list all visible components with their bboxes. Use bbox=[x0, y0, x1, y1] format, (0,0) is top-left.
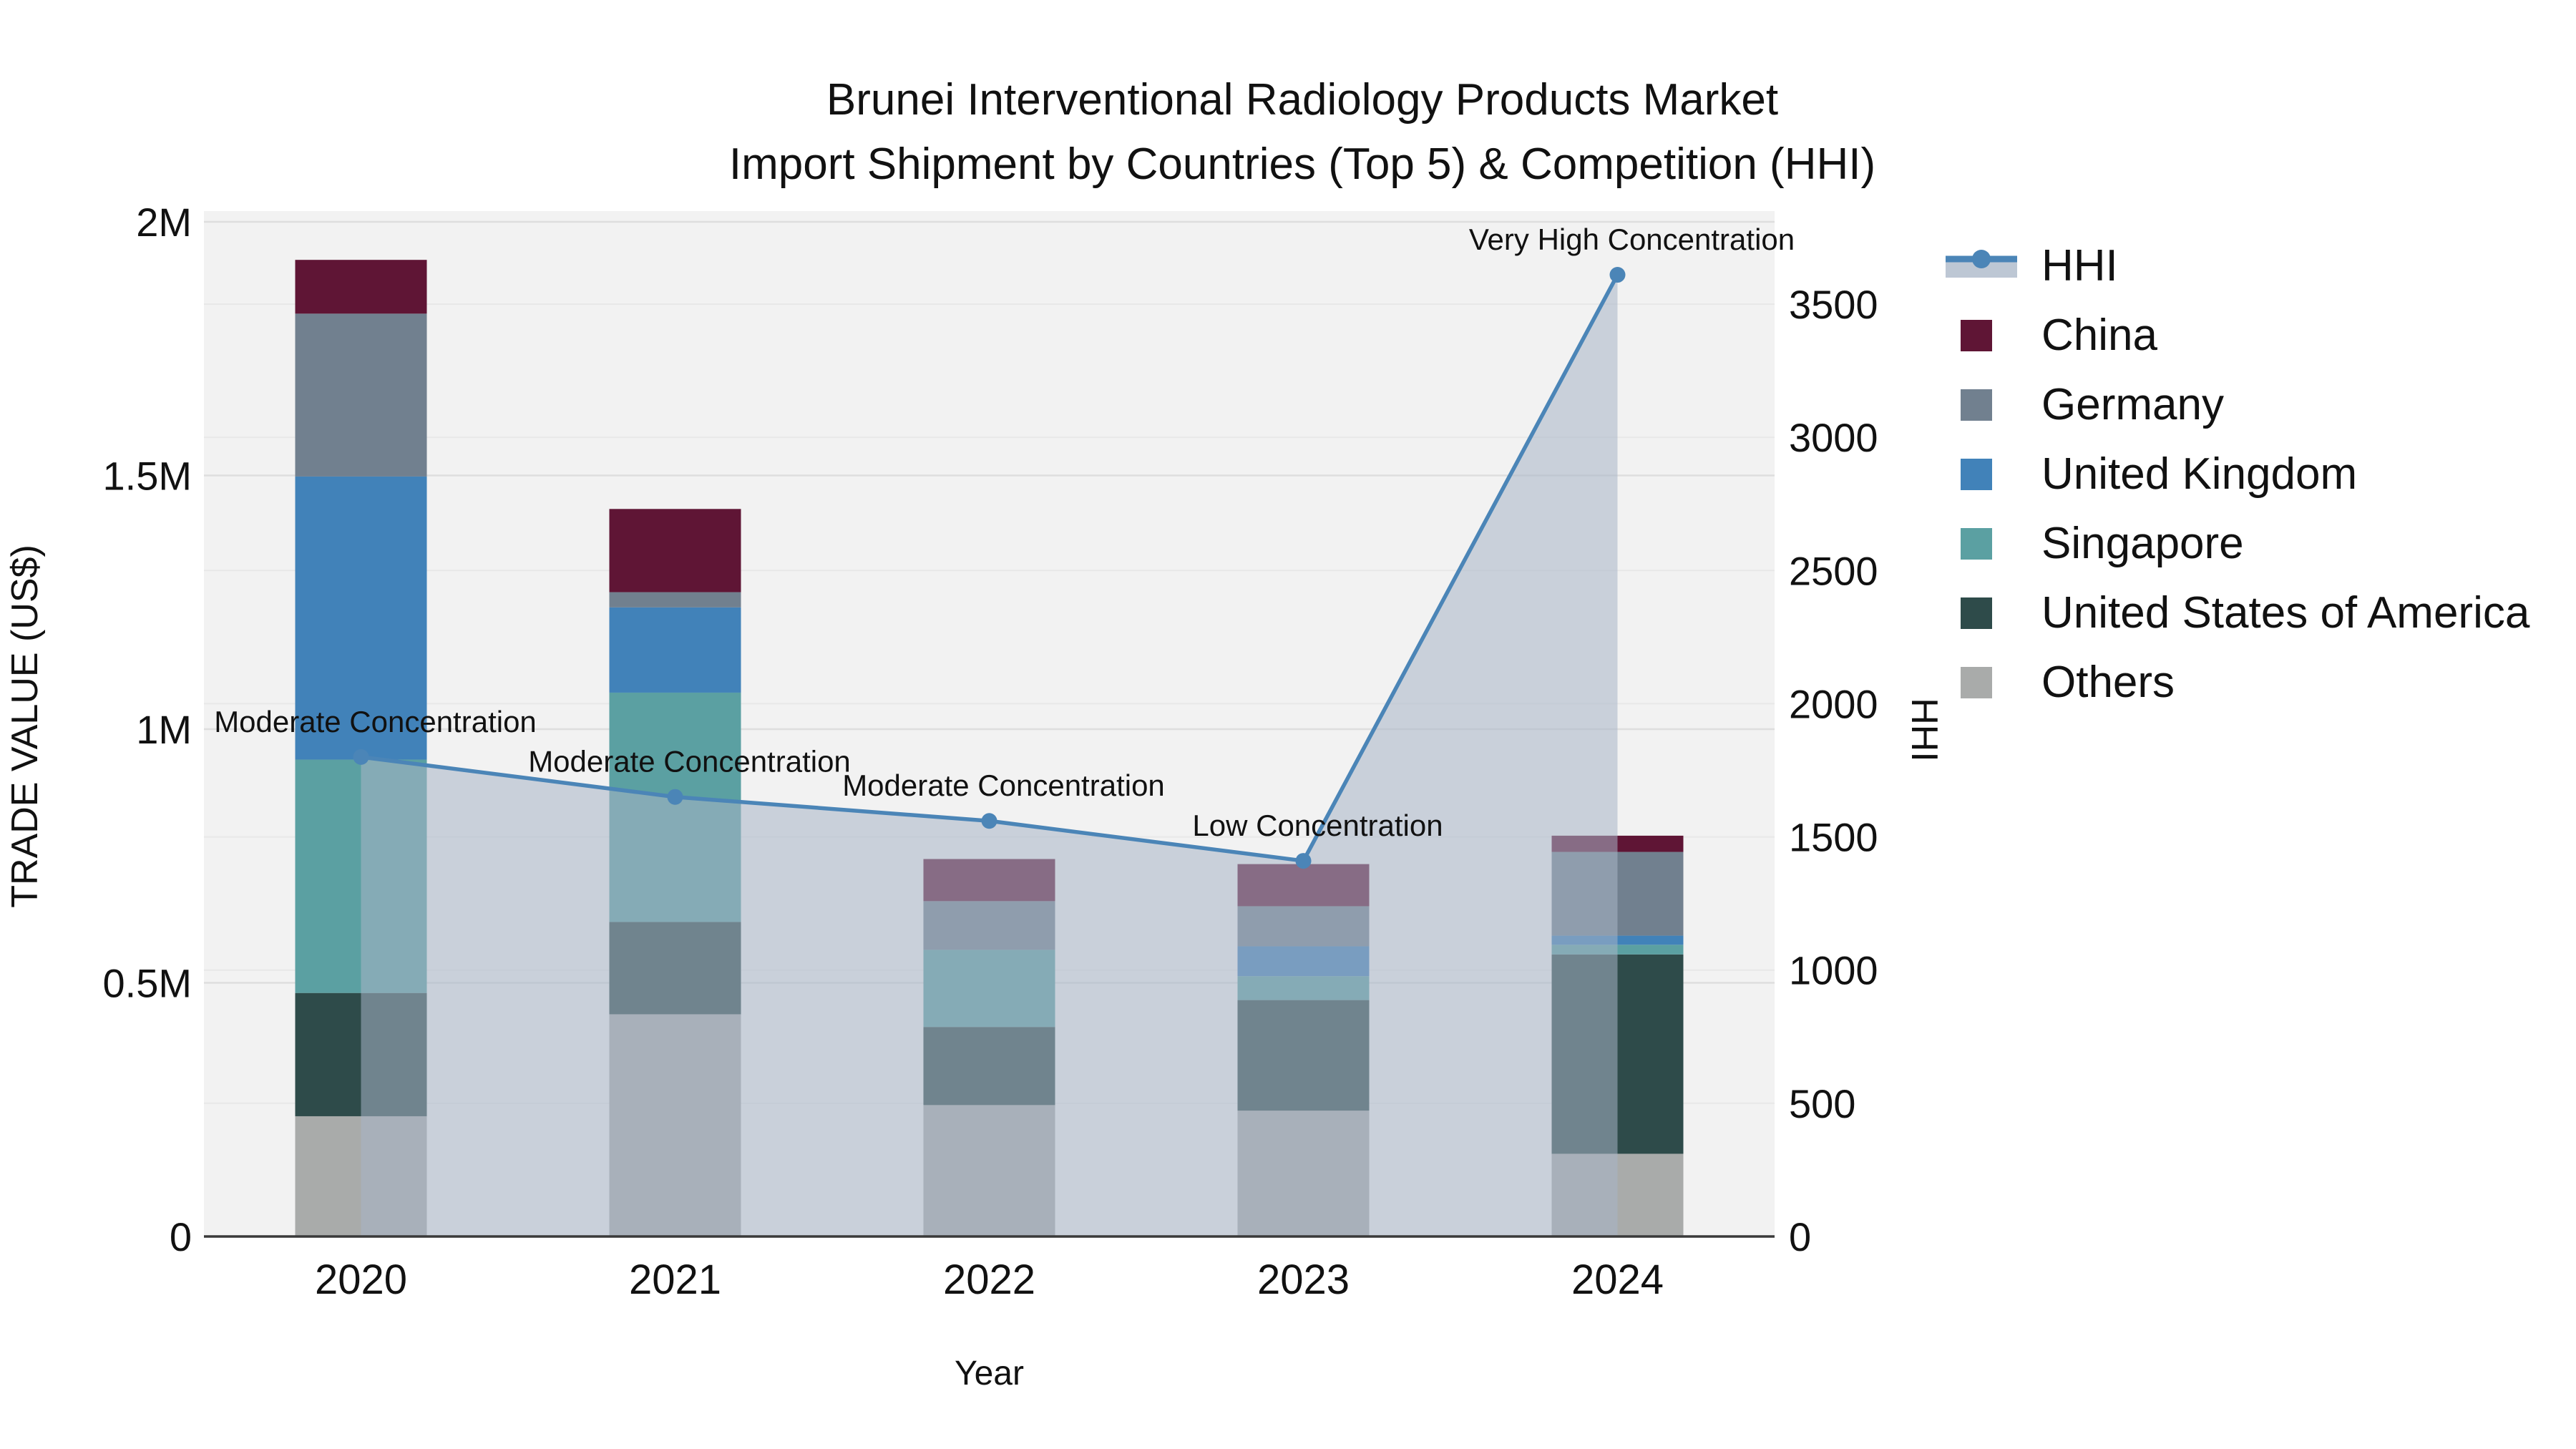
chart-canvas: Moderate ConcentrationModerate Concentra… bbox=[4, 200, 1945, 1392]
legend-item-germany: Germany bbox=[1943, 370, 2529, 439]
y-right-tick-label: 2500 bbox=[1789, 548, 1878, 593]
y-right-tick-label: 2000 bbox=[1789, 681, 1878, 726]
y-right-tick-label: 3500 bbox=[1789, 282, 1878, 327]
united-kingdom-swatch-icon bbox=[1961, 458, 1992, 490]
bar-segment-germany-2020 bbox=[295, 313, 427, 477]
chart-figure: Moderate Concentration Moderate Concentra… bbox=[0, 0, 2576, 1449]
y-right-axis-title: HHI bbox=[1903, 698, 1945, 762]
singapore-swatch-icon bbox=[1961, 527, 1992, 560]
hhi-marker-2022 bbox=[981, 813, 997, 829]
x-tick-label: 2021 bbox=[629, 1257, 721, 1303]
x-tick-label: 2024 bbox=[1571, 1257, 1664, 1303]
y-right-tick-label: 3000 bbox=[1789, 415, 1878, 460]
hhi-marker-2023 bbox=[1295, 853, 1312, 869]
legend-item-china: China bbox=[1943, 301, 2529, 370]
x-axis-title: Year bbox=[955, 1355, 1024, 1392]
annotation-2021: Moderate Concentration bbox=[528, 745, 851, 779]
y-right-tick-label: 0 bbox=[1789, 1214, 1811, 1259]
y-right-tick-label: 1500 bbox=[1789, 815, 1878, 860]
y-left-tick-label: 0.5M bbox=[103, 961, 192, 1006]
annotation-2023: Low Concentration bbox=[1192, 809, 1443, 842]
chart-title: Brunei Interventional Radiology Products… bbox=[826, 75, 1779, 125]
bar-segment-germany-2021 bbox=[609, 592, 741, 608]
legend-label: Singapore bbox=[2041, 519, 2244, 568]
hhi-line-icon bbox=[1943, 246, 2023, 286]
x-tick-label: 2023 bbox=[1257, 1257, 1350, 1303]
legend-item-others: Others bbox=[1943, 648, 2529, 717]
germany-swatch-icon bbox=[1961, 389, 1992, 421]
x-tick-label: 2020 bbox=[315, 1257, 407, 1303]
legend-label: China bbox=[2041, 311, 2157, 360]
legend-item-singapore: Singapore bbox=[1943, 509, 2529, 578]
usa-swatch-icon bbox=[1961, 597, 1992, 629]
y-left-tick-label: 1M bbox=[136, 707, 192, 752]
others-swatch-icon bbox=[1961, 666, 1992, 698]
y-left-axis-title: TRADE VALUE (US$) bbox=[4, 545, 46, 908]
legend-item-usa: United States of America bbox=[1943, 578, 2529, 648]
legend-item-united-kingdom: United Kingdom bbox=[1943, 439, 2529, 509]
legend-label: United Kingdom bbox=[2041, 449, 2358, 499]
bar-segment-china-2021 bbox=[609, 509, 741, 592]
legend: HHI China Germany United Kingdom Singapo… bbox=[1943, 231, 2529, 717]
annotation-2020: Moderate Concentration bbox=[214, 705, 537, 738]
y-left-tick-label: 2M bbox=[136, 200, 192, 245]
legend-item-hhi: HHI bbox=[1943, 231, 2529, 301]
title-block: Brunei Interventional Radiology Products… bbox=[14, 68, 2576, 197]
hhi-marker-2020 bbox=[353, 748, 369, 765]
y-right-tick-label: 500 bbox=[1789, 1081, 1855, 1126]
y-right-tick-label: 1000 bbox=[1789, 948, 1878, 993]
legend-label: HHI bbox=[2041, 241, 2118, 291]
legend-label: United States of America bbox=[2041, 588, 2530, 638]
bar-segment-china-2020 bbox=[295, 260, 427, 314]
chart-subtitle: Import Shipment by Countries (Top 5) & C… bbox=[728, 139, 1876, 189]
legend-label: Germany bbox=[2041, 380, 2224, 429]
y-left-tick-label: 1.5M bbox=[103, 454, 192, 499]
china-swatch-icon bbox=[1961, 319, 1992, 351]
hhi-marker-2024 bbox=[1609, 267, 1626, 283]
bar-segment-united-kingdom-2021 bbox=[609, 607, 741, 693]
annotation-2024: Very High Concentration bbox=[1469, 223, 1795, 256]
x-tick-label: 2022 bbox=[943, 1257, 1035, 1303]
hhi-marker-2021 bbox=[667, 789, 683, 805]
y-left-tick-label: 0 bbox=[170, 1214, 192, 1259]
legend-label: Others bbox=[2041, 658, 2175, 707]
annotation-2022: Moderate Concentration bbox=[842, 769, 1165, 802]
